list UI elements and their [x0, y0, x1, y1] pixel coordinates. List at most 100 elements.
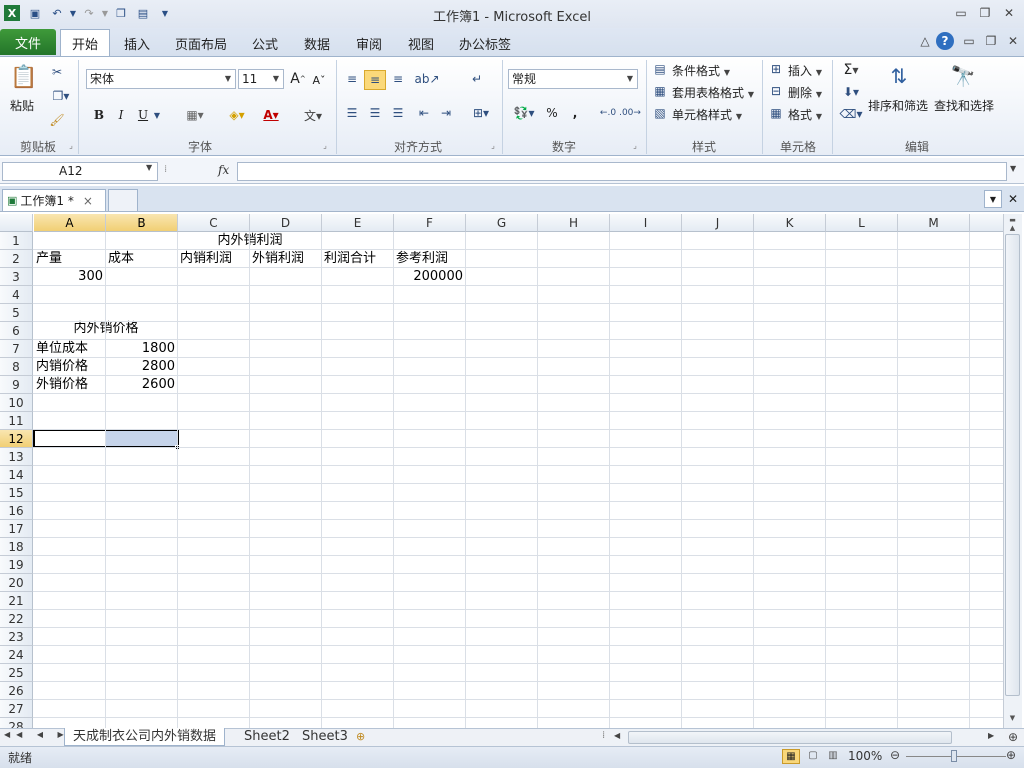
selection-border[interactable] — [33, 429, 179, 448]
row-header-20[interactable]: 20 — [0, 574, 33, 592]
bold-button[interactable]: B — [92, 106, 106, 124]
tab-formulas[interactable]: 公式 — [246, 33, 284, 53]
formula-input[interactable] — [237, 162, 1007, 181]
number-launcher-icon[interactable]: ⌟ — [630, 140, 640, 150]
copy-button-icon[interactable]: ❐▾ — [48, 88, 74, 104]
row-header-12[interactable]: 12 — [0, 430, 33, 448]
cell-a6[interactable]: 内外销价格 — [34, 320, 178, 338]
cell-b9[interactable]: 2600 — [106, 376, 175, 394]
format-painter-icon[interactable]: 🖌 — [48, 112, 66, 128]
tab-split-icon[interactable]: ⁞ — [602, 730, 608, 744]
row-header-16[interactable]: 16 — [0, 502, 33, 520]
underline-dropdown-icon[interactable]: ▼ — [152, 106, 162, 124]
italic-button[interactable]: I — [114, 106, 128, 124]
row-header-4[interactable]: 4 — [0, 286, 33, 304]
row-header-28[interactable]: 28 — [0, 718, 33, 728]
sheet-tab-sheet3[interactable]: Sheet3 — [294, 728, 356, 746]
column-header-f[interactable]: F — [394, 214, 466, 232]
column-header-l[interactable]: L — [826, 214, 898, 232]
fill-icon[interactable]: ⬇▾ — [838, 83, 864, 101]
format-as-table-button[interactable]: 套用表格格式 ▼ — [672, 84, 754, 101]
zoom-in-icon[interactable]: ⊕ — [1006, 748, 1016, 762]
zoom-out-icon[interactable]: ⊖ — [890, 748, 900, 762]
horizontal-split-icon[interactable]: ⊕ — [1008, 730, 1018, 744]
cell-f2[interactable]: 参考利润 — [396, 250, 448, 268]
scroll-left-icon[interactable]: ◀ — [614, 731, 620, 740]
select-all-corner[interactable] — [0, 214, 33, 232]
row-header-24[interactable]: 24 — [0, 646, 33, 664]
help-icon[interactable]: ? — [936, 32, 954, 50]
cell-b7[interactable]: 1800 — [106, 340, 175, 358]
cell-f3[interactable]: 200000 — [394, 268, 463, 286]
row-header-11[interactable]: 11 — [0, 412, 33, 430]
workbook-minimize-icon[interactable]: ▭ — [958, 32, 980, 50]
column-header-h[interactable]: H — [538, 214, 610, 232]
font-size-combo[interactable]: 11 ▼ — [238, 69, 284, 89]
row-header-14[interactable]: 14 — [0, 466, 33, 484]
workbook-close-icon[interactable]: ✕ — [1002, 32, 1024, 50]
merge-center-icon[interactable]: ⊞▾ — [466, 104, 496, 122]
column-header-c[interactable]: C — [178, 214, 250, 232]
row-header-6[interactable]: 6 — [0, 322, 33, 340]
column-header-a[interactable]: A — [34, 214, 106, 232]
cell-d2[interactable]: 外销利润 — [252, 250, 304, 268]
sheet-tab-active[interactable]: 天成制衣公司内外销数据 — [64, 728, 226, 746]
scroll-right-icon[interactable]: ▶ — [988, 731, 994, 740]
minimize-icon[interactable]: ▭ — [950, 4, 972, 22]
find-select-button[interactable]: 查找和选择 — [934, 97, 994, 114]
cell-e2[interactable]: 利润合计 — [324, 250, 376, 268]
font-launcher-icon[interactable]: ⌟ — [320, 140, 330, 150]
column-header-d[interactable]: D — [250, 214, 322, 232]
row-header-27[interactable]: 27 — [0, 700, 33, 718]
tab-file[interactable]: 文件 — [0, 29, 56, 55]
cell-a8[interactable]: 内销价格 — [36, 358, 88, 376]
insert-function-button[interactable]: fx — [218, 163, 229, 177]
sheet-tab-sheet2[interactable]: Sheet2 — [236, 728, 298, 746]
clipboard-launcher-icon[interactable]: ⌟ — [66, 140, 76, 150]
horizontal-scroll-thumb[interactable] — [628, 731, 952, 744]
row-header-3[interactable]: 3 — [0, 268, 33, 286]
cell-a9[interactable]: 外销价格 — [36, 376, 88, 394]
borders-icon[interactable]: ▦▾ — [180, 106, 210, 124]
font-name-combo[interactable]: 宋体 ▼ — [86, 69, 236, 89]
cell-b8[interactable]: 2800 — [106, 358, 175, 376]
page-break-view-icon[interactable]: ▥ — [824, 749, 842, 764]
cell-a2[interactable]: 产量 — [36, 250, 62, 268]
scroll-up-icon[interactable]: ▲ — [1005, 224, 1020, 234]
row-header-13[interactable]: 13 — [0, 448, 33, 466]
row-header-19[interactable]: 19 — [0, 556, 33, 574]
scroll-down-icon[interactable]: ▼ — [1005, 714, 1020, 724]
row-header-7[interactable]: 7 — [0, 340, 33, 358]
name-box-dropdown-icon[interactable]: ▼ — [146, 163, 152, 172]
row-header-5[interactable]: 5 — [0, 304, 33, 322]
column-header-i[interactable]: I — [610, 214, 682, 232]
cell-a3[interactable]: 300 — [34, 268, 103, 286]
tab-view[interactable]: 视图 — [402, 33, 440, 53]
row-header-17[interactable]: 17 — [0, 520, 33, 538]
currency-icon[interactable]: 💱▾ — [510, 104, 538, 122]
tab-data[interactable]: 数据 — [298, 33, 336, 53]
workbook-restore-icon[interactable]: ❐ — [980, 32, 1002, 50]
insert-cells-button[interactable]: 插入 ▼ — [788, 62, 822, 79]
column-header-g[interactable]: G — [466, 214, 538, 232]
format-cells-button[interactable]: 格式 ▼ — [788, 106, 822, 123]
align-left-icon[interactable]: ☰ — [342, 104, 362, 122]
shrink-font-icon[interactable]: Aˇ — [312, 72, 326, 88]
delete-cells-button[interactable]: 删除 ▼ — [788, 84, 822, 101]
increase-indent-icon[interactable]: ⇥ — [436, 104, 456, 122]
row-header-26[interactable]: 26 — [0, 682, 33, 700]
find-select-icon[interactable]: 🔭 — [946, 60, 980, 92]
tab-review[interactable]: 审阅 — [350, 33, 388, 53]
cell-c1[interactable]: 内外销利润 — [178, 232, 322, 250]
column-header-partial[interactable] — [970, 214, 1003, 232]
wrap-text-icon[interactable]: ↵ — [466, 70, 488, 88]
cell-a7[interactable]: 单位成本 — [36, 340, 88, 358]
name-box[interactable]: A12 — [2, 162, 158, 181]
underline-button[interactable]: U — [136, 106, 150, 124]
row-header-1[interactable]: 1 — [0, 232, 33, 250]
formula-bar-resize-icon[interactable]: ⁞ — [164, 164, 174, 178]
row-header-10[interactable]: 10 — [0, 394, 33, 412]
orientation-icon[interactable]: ab↗ — [414, 70, 440, 88]
sort-filter-button[interactable]: 排序和筛选 — [868, 97, 928, 114]
restore-icon[interactable]: ❐ — [974, 4, 996, 22]
